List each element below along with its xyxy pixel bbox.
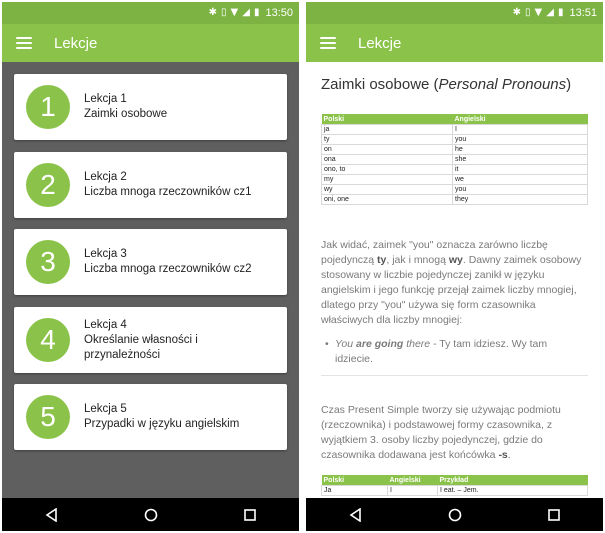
signal-icon: ◢ [546,7,554,18]
lesson-number-badge: 3 [26,240,70,284]
home-button[interactable] [440,500,470,530]
table-row: my we [321,174,588,185]
lesson-number-badge: 2 [26,163,70,207]
lesson-title: Przypadki w języku angielskim [84,418,240,430]
lesson-number-badge: 1 [26,85,70,129]
back-icon [349,507,361,522]
present-simple-paragraph: Czas Present Simple tworzy się używając … [321,404,561,461]
table-row: ona she [321,154,588,165]
lesson-list: 1 Lekcja 1 Zaimki osobowe 2 Lekcja 2 Lic… [2,62,299,498]
lesson-card-1[interactable]: 1 Lekcja 1 Zaimki osobowe [14,74,287,140]
pronoun-table: Polski Angielski ja I ty you on he ona she o… [321,114,588,205]
table-row: ono, to it [321,164,588,175]
table-row: Ja I I eat. – Jem. [321,485,588,496]
battery-icon: ▮ [557,7,564,18]
signal-icon: ◢ [242,7,250,18]
verb-table: Polski Angielski Przykład Ja I I eat. – … [321,475,588,496]
menu-icon[interactable] [320,37,336,49]
bluetooth-icon: ✱ [208,7,218,18]
lesson-label: Lekcja 5 [84,403,127,415]
table-row: oni, one they [321,194,588,205]
bluetooth-icon: ✱ [512,7,522,18]
divider [321,375,588,376]
table-row: wy you [321,184,588,195]
lesson-label: Lekcja 4 [84,318,127,331]
recents-icon [547,508,560,521]
lesson-label: Lekcja 1 [84,93,127,105]
status-bar: ✱ ▯ ▼ ◢ ▮ 13:50 [2,2,299,24]
lesson-label: Lekcja 2 [84,171,127,183]
app-title: Lekcje [358,34,402,52]
table-header: Przykład [437,475,588,486]
home-button[interactable] [136,500,166,530]
recents-button[interactable] [235,500,265,530]
lesson-title: Zaimki osobowe [84,108,168,120]
lessons-screen: ✱ ▯ ▼ ◢ ▮ 13:50 Lekcje 1 Lekcja 1 Zaimki… [2,2,299,531]
wifi-icon: ▼ [534,7,543,18]
home-icon [144,508,157,521]
lesson-title-cont: przynależności [84,348,161,361]
lesson-title: Liczba mnoga rzeczowników cz1 [84,186,252,198]
menu-icon[interactable] [16,37,32,49]
lesson-detail-screen: ✱ ▯ ▼ ◢ ▮ 13:51 Lekcje Zaimki osobowe (P… [306,2,603,531]
lesson-number-badge: 4 [26,318,70,362]
vibrate-icon: ▯ [525,7,531,18]
example-bullet: • You are going there - Ty tam idziesz. W… [325,338,548,365]
table-header: Polski [321,475,388,486]
table-row: on he [321,144,588,155]
table-header: Angielski [387,475,438,486]
back-icon [45,507,57,522]
wifi-icon: ▼ [230,7,239,18]
table-header: Angielski [452,114,588,125]
battery-icon: ▮ [253,7,260,18]
back-button[interactable] [341,500,371,530]
table-row: ja I [321,124,588,135]
table-row: ty you [321,134,588,145]
explanation-paragraph: Jak widać, zaimek "you" oznacza zarówno … [321,239,582,326]
back-button[interactable] [37,500,67,530]
app-bar: Lekcje [2,24,299,62]
recents-icon [243,508,256,521]
lesson-number-badge: 5 [26,395,70,439]
app-bar: Lekcje [306,24,603,62]
system-nav-bar [306,498,603,531]
lesson-title: Liczba mnoga rzeczowników cz2 [84,263,252,275]
status-bar: ✱ ▯ ▼ ◢ ▮ 13:51 [306,2,603,24]
lesson-title: Określanie własności i [84,333,198,346]
status-time: 13:50 [265,7,293,19]
lesson-card-5[interactable]: 5 Lekcja 5 Przypadki w języku angielskim [14,384,287,450]
lesson-label: Lekcja 3 [84,248,127,260]
recents-button[interactable] [539,500,569,530]
home-icon [448,508,461,521]
lesson-card-2[interactable]: 2 Lekcja 2 Liczba mnoga rzeczowników cz1 [14,152,287,218]
app-title: Lekcje [54,34,98,52]
lesson-content[interactable]: Zaimki osobowe (Personal Pronouns) Polsk… [306,62,603,498]
lesson-card-4[interactable]: 4 Lekcja 4 Określanie własności i przyna… [14,307,287,373]
system-nav-bar [2,498,299,531]
status-time: 13:51 [569,7,597,19]
table-header: Polski [321,114,453,125]
lesson-card-3[interactable]: 3 Lekcja 3 Liczba mnoga rzeczowników cz2 [14,229,287,295]
lesson-heading: Zaimki osobowe (Personal Pronouns) [321,76,572,93]
vibrate-icon: ▯ [221,7,227,18]
